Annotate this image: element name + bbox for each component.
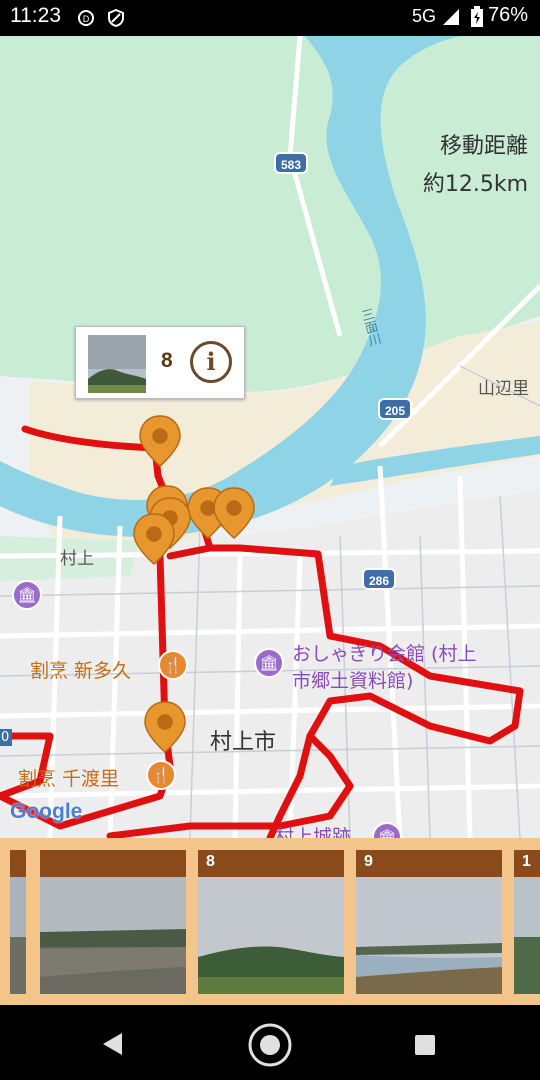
navigation-bar — [0, 1005, 540, 1080]
photo-card[interactable]: 9 — [356, 850, 502, 994]
photo-thumbnail — [40, 877, 186, 994]
home-icon[interactable] — [246, 1021, 294, 1069]
marker-info-popup[interactable]: 8 i — [75, 326, 245, 399]
restaurant-icon[interactable]: 🍴 — [158, 650, 188, 680]
map-marker — [133, 513, 175, 565]
photo-thumbnail — [10, 877, 26, 994]
photo-strip[interactable]: 8 9 1 — [0, 838, 540, 1005]
popup-thumbnail[interactable] — [88, 335, 146, 393]
map-marker — [213, 487, 255, 539]
shield-icon — [108, 8, 124, 28]
status-time: 11:23 — [10, 4, 61, 27]
photo-card[interactable] — [40, 850, 186, 994]
distance-title: 移動距離 — [439, 134, 528, 159]
museum-icon[interactable]: 🏛 — [12, 580, 42, 610]
back-icon[interactable] — [100, 1031, 126, 1057]
status-network: 5G — [412, 6, 437, 26]
popup-number: 8 — [161, 349, 173, 372]
map-view[interactable]: 583 205 286 移動距離 約12.5km 山辺里 村上 三面川 村上市 … — [0, 36, 540, 838]
battery-icon — [471, 6, 483, 27]
map-label-restaurant-shintaku[interactable]: 割烹 新多久 — [30, 656, 131, 683]
map-label-museum-line2[interactable]: 市郷土資料館) — [292, 666, 413, 693]
photo-caption: 9 — [356, 850, 502, 877]
photo-card[interactable]: 8 — [198, 850, 344, 994]
distance-value: 約12.5km — [422, 172, 528, 197]
data-saver-icon: D — [78, 10, 94, 26]
info-icon[interactable]: i — [190, 341, 232, 383]
restaurant-icon[interactable]: 🍴 — [146, 760, 176, 790]
photo-caption: 8 — [198, 850, 344, 877]
road-shield-583: 583 — [274, 152, 308, 174]
svg-text:D: D — [83, 14, 90, 24]
map-label-edge: 0 — [0, 729, 13, 746]
road-shield-286: 286 — [362, 568, 396, 590]
map-label-restaurant-chitose[interactable]: 割烹 千渡里 — [18, 764, 119, 791]
museum-icon[interactable]: 🏛 — [254, 648, 284, 678]
photo-card[interactable]: 1 — [514, 850, 540, 994]
map-marker-8 — [139, 415, 181, 467]
map-label-yamabe: 山辺里 — [478, 379, 529, 399]
map-label-castle[interactable]: 村上城跡 — [275, 822, 351, 838]
signal-icon — [443, 9, 459, 25]
photo-thumbnail — [514, 877, 540, 994]
map-marker — [144, 701, 186, 753]
photo-caption: 1 — [514, 850, 540, 877]
status-bar: 11:23 D 5G 76% — [0, 0, 540, 36]
photo-thumbnail — [198, 877, 344, 994]
road-shield-205: 205 — [378, 398, 412, 420]
google-logo: Google — [10, 800, 83, 823]
photo-thumbnail — [356, 877, 502, 994]
photo-caption — [40, 850, 186, 877]
map-label-city: 村上市 — [210, 730, 277, 755]
recents-icon[interactable] — [414, 1034, 436, 1056]
map-label-murakami: 村上 — [60, 549, 94, 569]
photo-caption — [10, 850, 26, 877]
map-label-museum[interactable]: おしゃぎり会館 (村上 — [292, 639, 476, 666]
photo-card[interactable] — [10, 850, 26, 994]
status-battery: 76% — [488, 4, 529, 26]
